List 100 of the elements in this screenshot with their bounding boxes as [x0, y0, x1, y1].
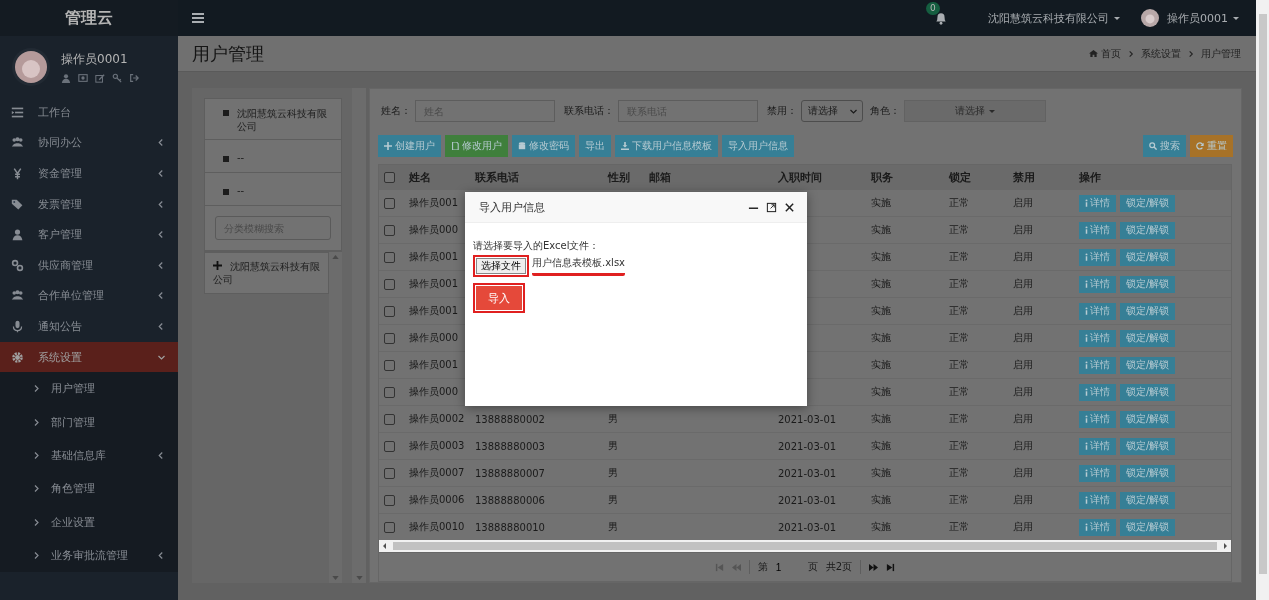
org-list-item[interactable]: --	[205, 140, 341, 173]
next-page-icon[interactable]	[869, 562, 879, 572]
toolbar-button[interactable]: 修改用户	[445, 135, 508, 157]
toolbar-button[interactable]: 搜索	[1143, 135, 1186, 157]
details-button[interactable]: 详情	[1079, 275, 1116, 293]
checkbox[interactable]	[384, 386, 395, 398]
checkbox[interactable]	[384, 197, 395, 209]
logout-icon[interactable]	[129, 72, 139, 83]
lock-button[interactable]: 锁定/解锁	[1120, 437, 1176, 455]
checkbox[interactable]	[384, 359, 395, 371]
caret-icon	[32, 484, 41, 494]
lock-button[interactable]: 锁定/解锁	[1120, 491, 1176, 509]
choose-file-button[interactable]: 选择文件	[476, 258, 526, 274]
org-list-item[interactable]: --	[205, 173, 341, 206]
lock-button[interactable]: 锁定/解锁	[1120, 248, 1176, 266]
checkbox[interactable]	[384, 494, 395, 506]
details-button[interactable]: 详情	[1079, 302, 1116, 320]
image-icon[interactable]	[78, 72, 88, 83]
toolbar-button[interactable]: 修改密码	[512, 135, 575, 157]
details-button[interactable]: 详情	[1079, 194, 1116, 212]
lock-button[interactable]: 锁定/解锁	[1120, 410, 1176, 428]
checkbox[interactable]	[384, 172, 395, 183]
lock-button[interactable]: 锁定/解锁	[1120, 356, 1176, 374]
edit-icon[interactable]	[95, 72, 105, 83]
tree-node[interactable]: 沈阳慧筑云科技有限公司	[204, 252, 329, 294]
checkbox[interactable]	[384, 467, 395, 479]
table-cell: 实施	[871, 305, 891, 316]
details-button[interactable]: 详情	[1079, 356, 1116, 374]
table-cell: 操作员0007	[409, 467, 465, 478]
checkbox[interactable]	[384, 332, 395, 344]
menu-item[interactable]: 发票管理	[0, 188, 178, 220]
lock-button[interactable]: 锁定/解锁	[1120, 302, 1176, 320]
org-list-item[interactable]: 沈阳慧筑云科技有限公司	[205, 99, 341, 140]
table-cell: 启用	[1013, 494, 1033, 505]
select-field[interactable]: 请选择	[801, 100, 863, 122]
submenu-item[interactable]: 企业设置	[0, 505, 178, 539]
details-button[interactable]: 详情	[1079, 221, 1116, 239]
checkbox[interactable]	[384, 224, 395, 236]
menu-item[interactable]: 通知公告	[0, 311, 178, 342]
checkbox[interactable]	[384, 305, 395, 317]
details-button[interactable]: 详情	[1079, 464, 1116, 482]
maximize-icon[interactable]	[766, 201, 777, 213]
table-cell: 正常	[949, 332, 969, 343]
checkbox[interactable]	[384, 440, 395, 452]
table-cell: 2021-03-01	[778, 413, 837, 425]
details-button[interactable]: 详情	[1079, 329, 1116, 347]
last-page-icon[interactable]	[886, 562, 896, 572]
details-button[interactable]: 详情	[1079, 410, 1116, 428]
breadcrumb-link[interactable]: 系统设置	[1141, 46, 1181, 61]
submenu-item[interactable]: 部门管理	[0, 405, 178, 439]
menu-icon[interactable]	[192, 12, 204, 24]
details-button[interactable]: 详情	[1079, 491, 1116, 509]
square-icon	[223, 188, 229, 195]
table-cell: 正常	[949, 467, 969, 478]
submenu-item[interactable]: 用户管理	[0, 372, 178, 406]
menu-item[interactable]: 资金管理	[0, 158, 178, 189]
checkbox[interactable]	[384, 278, 395, 290]
table-cell: 操作员000	[409, 224, 459, 235]
lock-button[interactable]: 锁定/解锁	[1120, 329, 1176, 347]
submenu-item[interactable]: 角色管理	[0, 472, 178, 506]
lock-button[interactable]: 锁定/解锁	[1120, 383, 1176, 401]
table-cell: 13888880002	[475, 413, 545, 425]
lock-button[interactable]: 锁定/解锁	[1120, 464, 1176, 482]
details-button[interactable]: 详情	[1079, 248, 1116, 266]
table-cell: 正常	[949, 278, 969, 289]
menu-item[interactable]: 系统设置	[0, 341, 178, 373]
user-icon[interactable]	[61, 72, 71, 83]
checkbox[interactable]	[384, 251, 395, 263]
checkbox[interactable]	[384, 413, 395, 425]
toolbar-button[interactable]: 导出	[579, 135, 611, 157]
lock-button[interactable]: 锁定/解锁	[1120, 221, 1176, 239]
submenu-item[interactable]: 基础信息库	[0, 438, 178, 473]
toolbar-button[interactable]: 导入用户信息	[722, 135, 794, 157]
info-icon	[1085, 307, 1088, 315]
lock-button[interactable]: 锁定/解锁	[1120, 518, 1176, 536]
table-cell: 启用	[1013, 251, 1033, 262]
menu-item[interactable]: 客户管理	[0, 219, 178, 250]
user-menu[interactable]: 操作员0001	[1141, 9, 1240, 27]
details-button[interactable]: 详情	[1079, 518, 1116, 536]
lock-button[interactable]: 锁定/解锁	[1120, 275, 1176, 293]
menu-item[interactable]: 工作台	[0, 97, 178, 128]
company-menu[interactable]: 沈阳慧筑云科技有限公司	[988, 10, 1121, 26]
submenu-item[interactable]: 业务审批流管理	[0, 538, 178, 573]
toolbar-button[interactable]: 下载用户信息模板	[615, 135, 718, 157]
breadcrumb-link[interactable]: 首页	[1101, 46, 1121, 61]
details-button[interactable]: 详情	[1079, 437, 1116, 455]
toolbar-button[interactable]: 重置	[1190, 135, 1233, 157]
search-icon	[1149, 142, 1157, 150]
close-icon[interactable]	[784, 201, 795, 213]
table-cell: 2021-03-01	[778, 494, 837, 506]
column-header: 联系电话	[469, 165, 602, 190]
toolbar-button[interactable]: 创建用户	[378, 135, 441, 157]
lock-button[interactable]: 锁定/解锁	[1120, 194, 1176, 212]
menu-item[interactable]: 协同办公	[0, 127, 178, 159]
menu-item[interactable]: 供应商管理	[0, 249, 178, 281]
import-button[interactable]: 导入	[476, 286, 522, 310]
key-icon[interactable]	[112, 72, 122, 83]
checkbox[interactable]	[384, 521, 395, 533]
details-button[interactable]: 详情	[1079, 383, 1116, 401]
menu-item[interactable]: 合作单位管理	[0, 280, 178, 312]
